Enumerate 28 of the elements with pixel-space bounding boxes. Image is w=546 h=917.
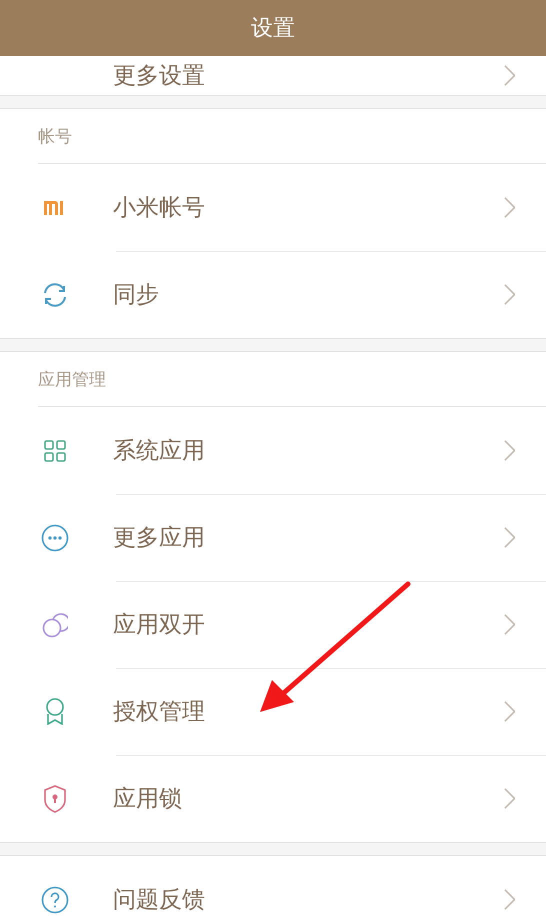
- settings-item[interactable]: 更多设置: [0, 56, 546, 95]
- settings-item[interactable]: 同步: [0, 251, 546, 338]
- more-icon: [40, 524, 68, 552]
- help-icon: [40, 886, 68, 914]
- chevron-icon: [504, 197, 515, 218]
- grid-icon: [44, 440, 66, 462]
- shield-lock-icon: [42, 784, 66, 812]
- chevron-icon: [504, 788, 515, 809]
- overlapping-circles-icon: [42, 612, 68, 638]
- chevron-icon: [504, 527, 515, 548]
- chevron-icon: [504, 65, 515, 86]
- settings-item[interactable]: 应用锁: [0, 755, 546, 842]
- settings-item[interactable]: 更多应用: [0, 494, 546, 581]
- chevron-icon: [504, 440, 515, 461]
- settings-item[interactable]: 系统应用: [0, 407, 546, 494]
- section-title: 应用管理: [38, 368, 106, 390]
- settings-item[interactable]: 小米帐号: [0, 164, 546, 251]
- section-title: 帐号: [38, 126, 72, 148]
- chevron-icon: [504, 889, 515, 910]
- settings-item[interactable]: 应用双开: [0, 581, 546, 668]
- award-icon: [44, 698, 64, 725]
- sync-icon: [42, 282, 68, 306]
- chevron-icon: [504, 614, 515, 635]
- chevron-icon: [504, 284, 515, 305]
- settings-item[interactable]: 问题反馈: [0, 856, 546, 917]
- chevron-icon: [504, 701, 515, 722]
- page-title: 设置: [251, 15, 295, 43]
- settings-item[interactable]: 授权管理: [0, 668, 546, 755]
